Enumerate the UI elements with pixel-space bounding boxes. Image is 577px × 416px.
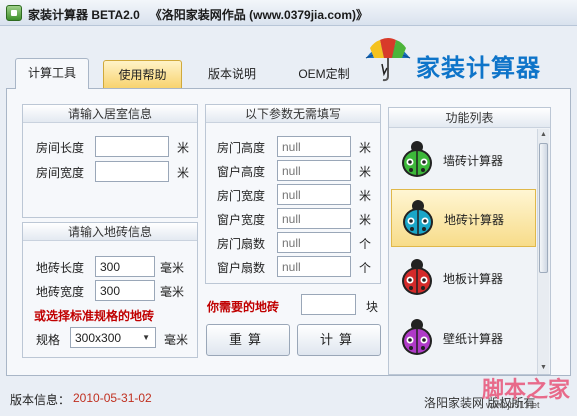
room-width-label: 房间宽度 <box>36 166 85 180</box>
spec-label: 规格 <box>36 333 61 347</box>
optional-param-input[interactable] <box>277 232 351 253</box>
tile-length-label: 地砖长度 <box>36 261 85 275</box>
tab-oem[interactable]: OEM定制 <box>285 60 363 88</box>
optional-param-label: 窗户扇数 <box>217 261 266 275</box>
optional-param-label: 房门宽度 <box>217 189 266 203</box>
title-bar: 家装计算器 BETA2.0 《洛阳家装网作品 (www.0379jia.com)… <box>0 0 577 26</box>
calculate-button[interactable]: 计算 <box>297 324 381 356</box>
scrollbar-thumb[interactable] <box>539 143 548 273</box>
function-item-label: 地砖计算器 <box>444 213 505 227</box>
optional-param-input[interactable] <box>277 208 351 229</box>
ladybug-icon <box>402 141 432 177</box>
optional-param-unit: 米 <box>359 189 372 203</box>
function-item-floor-tile[interactable]: 地砖计算器 <box>391 189 536 247</box>
window-title: 家装计算器 BETA2.0 《洛阳家装网作品 (www.0379jia.com)… <box>28 8 369 22</box>
scroll-up-icon[interactable]: ▲ <box>538 129 549 141</box>
optional-param-unit: 米 <box>359 213 372 227</box>
tab-help[interactable]: 使用帮助 <box>103 60 182 88</box>
tile-width-label: 地砖宽度 <box>36 285 85 299</box>
optional-param-unit: 米 <box>359 165 372 179</box>
function-item-label: 地板计算器 <box>443 272 504 286</box>
tile-length-input[interactable] <box>95 256 155 277</box>
room-width-unit: 米 <box>177 166 190 180</box>
function-item-label: 墙砖计算器 <box>443 154 504 168</box>
room-length-unit: 米 <box>177 141 190 155</box>
result-unit: 块 <box>366 300 379 314</box>
room-length-label: 房间长度 <box>36 141 85 155</box>
ladybug-icon <box>402 319 432 355</box>
function-item-wallpaper[interactable]: 壁纸计算器 <box>391 309 536 367</box>
optional-param-label: 窗户高度 <box>217 165 266 179</box>
function-item-wall-tile[interactable]: 墙砖计算器 <box>391 131 536 189</box>
room-info-title: 请输入居室信息 <box>23 105 197 123</box>
function-list-panel: 功能列表 墙砖计算器 地砖计算器 地板计算器 壁纸计算器 ▲ ▼ <box>388 107 551 375</box>
tile-width-input[interactable] <box>95 280 155 301</box>
result-label: 你需要的地砖 <box>207 300 280 314</box>
tile-width-unit: 毫米 <box>160 285 185 299</box>
optional-param-label: 窗户宽度 <box>217 213 266 227</box>
version-info-value: 2010-05-31-02 <box>73 391 152 405</box>
tab-bar: 计算工具 使用帮助 版本说明 OEM定制 <box>6 58 571 89</box>
optional-param-unit: 个 <box>359 261 372 275</box>
room-length-input[interactable] <box>95 136 169 157</box>
function-item-floorboard[interactable]: 地板计算器 <box>391 249 536 307</box>
ladybug-icon <box>402 259 432 295</box>
function-list-scrollbar[interactable]: ▲ ▼ <box>537 129 549 374</box>
tile-length-unit: 毫米 <box>160 261 185 275</box>
optional-param-label: 房门高度 <box>217 141 266 155</box>
optional-param-input[interactable] <box>277 256 351 277</box>
optional-param-unit: 米 <box>359 141 372 155</box>
function-list-title: 功能列表 <box>389 108 550 128</box>
function-item-label: 壁纸计算器 <box>443 332 504 346</box>
tile-info-title: 请输入地砖信息 <box>23 223 197 241</box>
optional-param-unit: 个 <box>359 237 372 251</box>
reset-button[interactable]: 重算 <box>206 324 290 356</box>
optional-param-input[interactable] <box>277 184 351 205</box>
optional-param-label: 房门扇数 <box>217 237 266 251</box>
app-icon <box>6 5 22 21</box>
room-width-input[interactable] <box>95 161 169 182</box>
optional-param-input[interactable] <box>277 160 351 181</box>
optional-params-title: 以下参数无需填写 <box>206 105 380 123</box>
spec-unit: 毫米 <box>164 333 189 347</box>
spec-select[interactable]: 300x300 ▼ <box>70 327 156 348</box>
version-info-label: 版本信息： <box>10 393 71 407</box>
spec-select-value: 300x300 <box>75 331 122 345</box>
tab-version-notes[interactable]: 版本说明 <box>193 60 271 88</box>
tab-calc-tools[interactable]: 计算工具 <box>15 58 89 89</box>
result-output[interactable] <box>301 294 356 315</box>
watermark-url: www.jb51.net <box>486 400 540 410</box>
ladybug-icon <box>403 200 433 236</box>
optional-param-input[interactable] <box>277 136 351 157</box>
standard-spec-hint: 或选择标准规格的地砖 <box>34 309 155 323</box>
chevron-down-icon: ▼ <box>142 333 150 342</box>
